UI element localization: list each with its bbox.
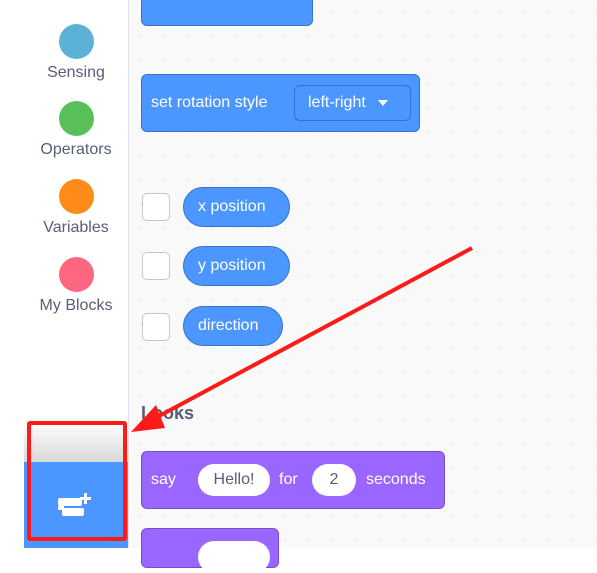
- seconds-input[interactable]: 2: [312, 464, 356, 496]
- motion-block-partial[interactable]: [141, 0, 313, 26]
- say-block-partial[interactable]: [141, 528, 279, 573]
- category-variables[interactable]: Variables: [24, 179, 128, 237]
- set-rotation-style-block[interactable]: set rotation style left-right: [141, 74, 420, 132]
- sensing-color-dot: [58, 24, 94, 59]
- category-label: Variables: [43, 219, 109, 236]
- message-value: Hello!: [213, 471, 255, 488]
- rotation-style-dropdown[interactable]: left-right: [294, 85, 411, 121]
- chevron-down-icon: [378, 99, 389, 106]
- x-position-reporter[interactable]: x position: [183, 187, 290, 227]
- seconds-label: seconds: [366, 471, 426, 488]
- say-label: say: [151, 471, 176, 488]
- for-label: for: [279, 471, 298, 488]
- direction-reporter[interactable]: direction: [183, 306, 283, 346]
- seconds-value: 2: [329, 471, 339, 488]
- x-position-checkbox[interactable]: [142, 193, 170, 221]
- reporter-label: x position: [198, 198, 266, 215]
- reporter-label: y position: [198, 257, 266, 274]
- rotation-block-label: set rotation style: [151, 94, 268, 111]
- category-my-blocks[interactable]: My Blocks: [24, 257, 128, 315]
- annotation-highlight-box: [27, 421, 127, 541]
- category-operators[interactable]: Operators: [24, 101, 128, 159]
- message-input-partial[interactable]: [198, 541, 270, 573]
- block-palette[interactable]: set rotation style left-right x position…: [129, 0, 597, 573]
- say-for-seconds-block[interactable]: say Hello! for 2 seconds: [141, 451, 445, 509]
- reporter-label: direction: [198, 317, 259, 334]
- operators-color-dot: [58, 101, 94, 136]
- looks-section-title: Looks: [141, 403, 195, 423]
- y-position-reporter[interactable]: y position: [183, 246, 290, 286]
- rotation-style-value: left-right: [308, 94, 366, 111]
- my-blocks-color-dot: [58, 257, 94, 292]
- direction-checkbox[interactable]: [142, 313, 170, 341]
- y-position-checkbox[interactable]: [142, 252, 170, 280]
- message-input[interactable]: Hello!: [198, 464, 270, 496]
- category-sensing[interactable]: Sensing: [24, 24, 128, 82]
- category-label: My Blocks: [39, 297, 113, 314]
- category-label: Operators: [40, 141, 112, 158]
- variables-color-dot: [58, 179, 94, 214]
- category-label: Sensing: [47, 64, 105, 81]
